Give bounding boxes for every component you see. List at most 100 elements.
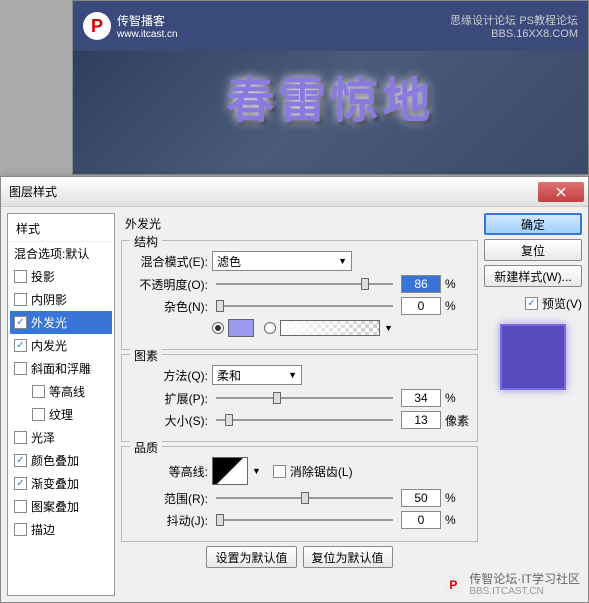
opacity-field[interactable]: 86 — [401, 275, 441, 293]
blend-mode-dropdown[interactable]: 滤色▼ — [212, 251, 352, 271]
style-label: 光泽 — [31, 429, 55, 446]
style-item-图案叠加[interactable]: 图案叠加 — [10, 495, 112, 518]
quality-fieldset: 品质 等高线: ▼ 消除锯齿(L) 范围(R): 50 % — [121, 446, 478, 542]
style-checkbox[interactable] — [14, 362, 27, 375]
style-label: 投影 — [31, 268, 55, 285]
noise-label: 杂色(N): — [130, 298, 208, 315]
style-checkbox[interactable]: ✓ — [14, 477, 27, 490]
ok-button[interactable]: 确定 — [484, 213, 582, 235]
logo-url: www.itcast.cn — [117, 29, 178, 40]
chevron-down-icon: ▼ — [338, 256, 347, 266]
reset-default-button[interactable]: 复位为默认值 — [303, 546, 393, 568]
preview-label: 预览(V) — [542, 295, 582, 312]
make-default-button[interactable]: 设置为默认值 — [206, 546, 296, 568]
footer-line2: BBS.ITCAST.CN — [469, 586, 580, 598]
chevron-down-icon[interactable]: ▼ — [384, 323, 393, 333]
new-style-button[interactable]: 新建样式(W)... — [484, 265, 582, 287]
blend-mode-label: 混合模式(E): — [130, 253, 208, 270]
style-checkbox[interactable] — [14, 293, 27, 306]
noise-slider[interactable] — [216, 297, 393, 315]
gradient-radio[interactable] — [264, 322, 276, 334]
elements-fieldset: 图素 方法(Q): 柔和▼ 扩展(P): 34 % 大小(S): — [121, 354, 478, 442]
titlebar[interactable]: 图层样式 — [1, 177, 588, 207]
jitter-slider[interactable] — [216, 511, 393, 529]
right-column: 确定 复位 新建样式(W)... ✓ 预览(V) — [484, 213, 582, 596]
settings-panel: 外发光 结构 混合模式(E): 滤色▼ 不透明度(O): 86 % — [121, 213, 478, 596]
style-checkbox[interactable] — [32, 385, 45, 398]
style-item-光泽[interactable]: 光泽 — [10, 426, 112, 449]
jitter-unit: % — [445, 513, 469, 527]
contour-label: 等高线: — [130, 463, 208, 480]
logo-icon: P — [83, 12, 111, 40]
spread-slider[interactable] — [216, 389, 393, 407]
style-label: 颜色叠加 — [31, 452, 79, 469]
style-checkbox[interactable] — [14, 431, 27, 444]
blend-options-item[interactable]: 混合选项:默认 — [10, 242, 112, 265]
size-slider[interactable] — [216, 411, 393, 429]
footer-logo-icon: P — [443, 575, 463, 595]
style-checkbox[interactable]: ✓ — [14, 339, 27, 352]
style-label: 纹理 — [49, 406, 73, 423]
style-item-纹理[interactable]: 纹理 — [10, 403, 112, 426]
style-checkbox[interactable]: ✓ — [14, 316, 27, 329]
contour-picker[interactable] — [212, 457, 248, 485]
banner-main-text: 春雷惊地 — [73, 51, 588, 131]
style-label: 内阴影 — [31, 291, 67, 308]
color-swatch[interactable] — [228, 319, 254, 337]
range-slider[interactable] — [216, 489, 393, 507]
style-item-内阴影[interactable]: 内阴影 — [10, 288, 112, 311]
style-checkbox[interactable] — [14, 523, 27, 536]
size-field[interactable]: 13 — [401, 411, 441, 429]
jitter-label: 抖动(J): — [130, 512, 208, 529]
structure-legend: 结构 — [130, 233, 162, 250]
chevron-down-icon[interactable]: ▼ — [252, 466, 261, 476]
style-checkbox[interactable] — [32, 408, 45, 421]
style-item-描边[interactable]: 描边 — [10, 518, 112, 541]
style-checkbox[interactable] — [14, 500, 27, 513]
color-radio[interactable] — [212, 322, 224, 334]
size-label: 大小(S): — [130, 412, 208, 429]
quality-legend: 品质 — [130, 439, 162, 456]
jitter-field[interactable]: 0 — [401, 511, 441, 529]
footer-line1: 传智论坛·IT学习社区 — [469, 572, 580, 586]
panel-title: 外发光 — [121, 213, 478, 236]
watermark-2: PS教程论坛 — [519, 15, 578, 27]
technique-label: 方法(Q): — [130, 367, 208, 384]
noise-unit: % — [445, 299, 469, 313]
range-field[interactable]: 50 — [401, 489, 441, 507]
style-item-颜色叠加[interactable]: ✓ 颜色叠加 — [10, 449, 112, 472]
spread-field[interactable]: 34 — [401, 389, 441, 407]
style-item-等高线[interactable]: 等高线 — [10, 380, 112, 403]
gradient-swatch[interactable] — [280, 320, 380, 336]
noise-field[interactable]: 0 — [401, 297, 441, 315]
technique-dropdown[interactable]: 柔和▼ — [212, 365, 302, 385]
style-item-内发光[interactable]: ✓ 内发光 — [10, 334, 112, 357]
preview-checkbox[interactable]: ✓ — [525, 297, 538, 310]
banner-image: P 传智播客 www.itcast.cn 思缘设计论坛 PS教程论坛 BBS.1… — [72, 0, 589, 175]
close-button[interactable] — [538, 182, 584, 202]
opacity-unit: % — [445, 277, 469, 291]
style-list: 样式 混合选项:默认 投影内阴影 ✓ 外发光 ✓ 内发光斜面和浮雕等高线纹理光泽 ✓ 颜色叠… — [7, 213, 115, 596]
structure-fieldset: 结构 混合模式(E): 滤色▼ 不透明度(O): 86 % 杂色 — [121, 240, 478, 350]
styles-header: 样式 — [10, 216, 112, 242]
style-item-渐变叠加[interactable]: ✓渐变叠加 — [10, 472, 112, 495]
spread-unit: % — [445, 391, 469, 405]
style-item-投影[interactable]: 投影 — [10, 265, 112, 288]
style-item-斜面和浮雕[interactable]: 斜面和浮雕 — [10, 357, 112, 380]
size-unit: 像素 — [445, 412, 469, 429]
watermark-1: 思缘设计论坛 — [450, 15, 516, 27]
cancel-button[interactable]: 复位 — [484, 239, 582, 261]
footer-watermark: P 传智论坛·IT学习社区 BBS.ITCAST.CN — [443, 572, 580, 598]
style-checkbox[interactable]: ✓ — [14, 454, 27, 467]
style-label: 等高线 — [49, 383, 85, 400]
style-label: 外发光 — [31, 314, 67, 331]
style-item-外发光[interactable]: ✓ 外发光 — [10, 311, 112, 334]
watermark-3: BBS.16XX8.COM — [450, 28, 578, 40]
style-checkbox[interactable] — [14, 270, 27, 283]
style-label: 内发光 — [31, 337, 67, 354]
antialias-checkbox[interactable] — [273, 465, 286, 478]
layer-style-dialog: 图层样式 样式 混合选项:默认 投影内阴影 ✓ 外发光 ✓ 内发光斜面和浮雕等高线纹理光… — [0, 176, 589, 603]
spread-label: 扩展(P): — [130, 390, 208, 407]
opacity-slider[interactable] — [216, 275, 393, 293]
logo-text: 传智播客 — [117, 12, 178, 29]
